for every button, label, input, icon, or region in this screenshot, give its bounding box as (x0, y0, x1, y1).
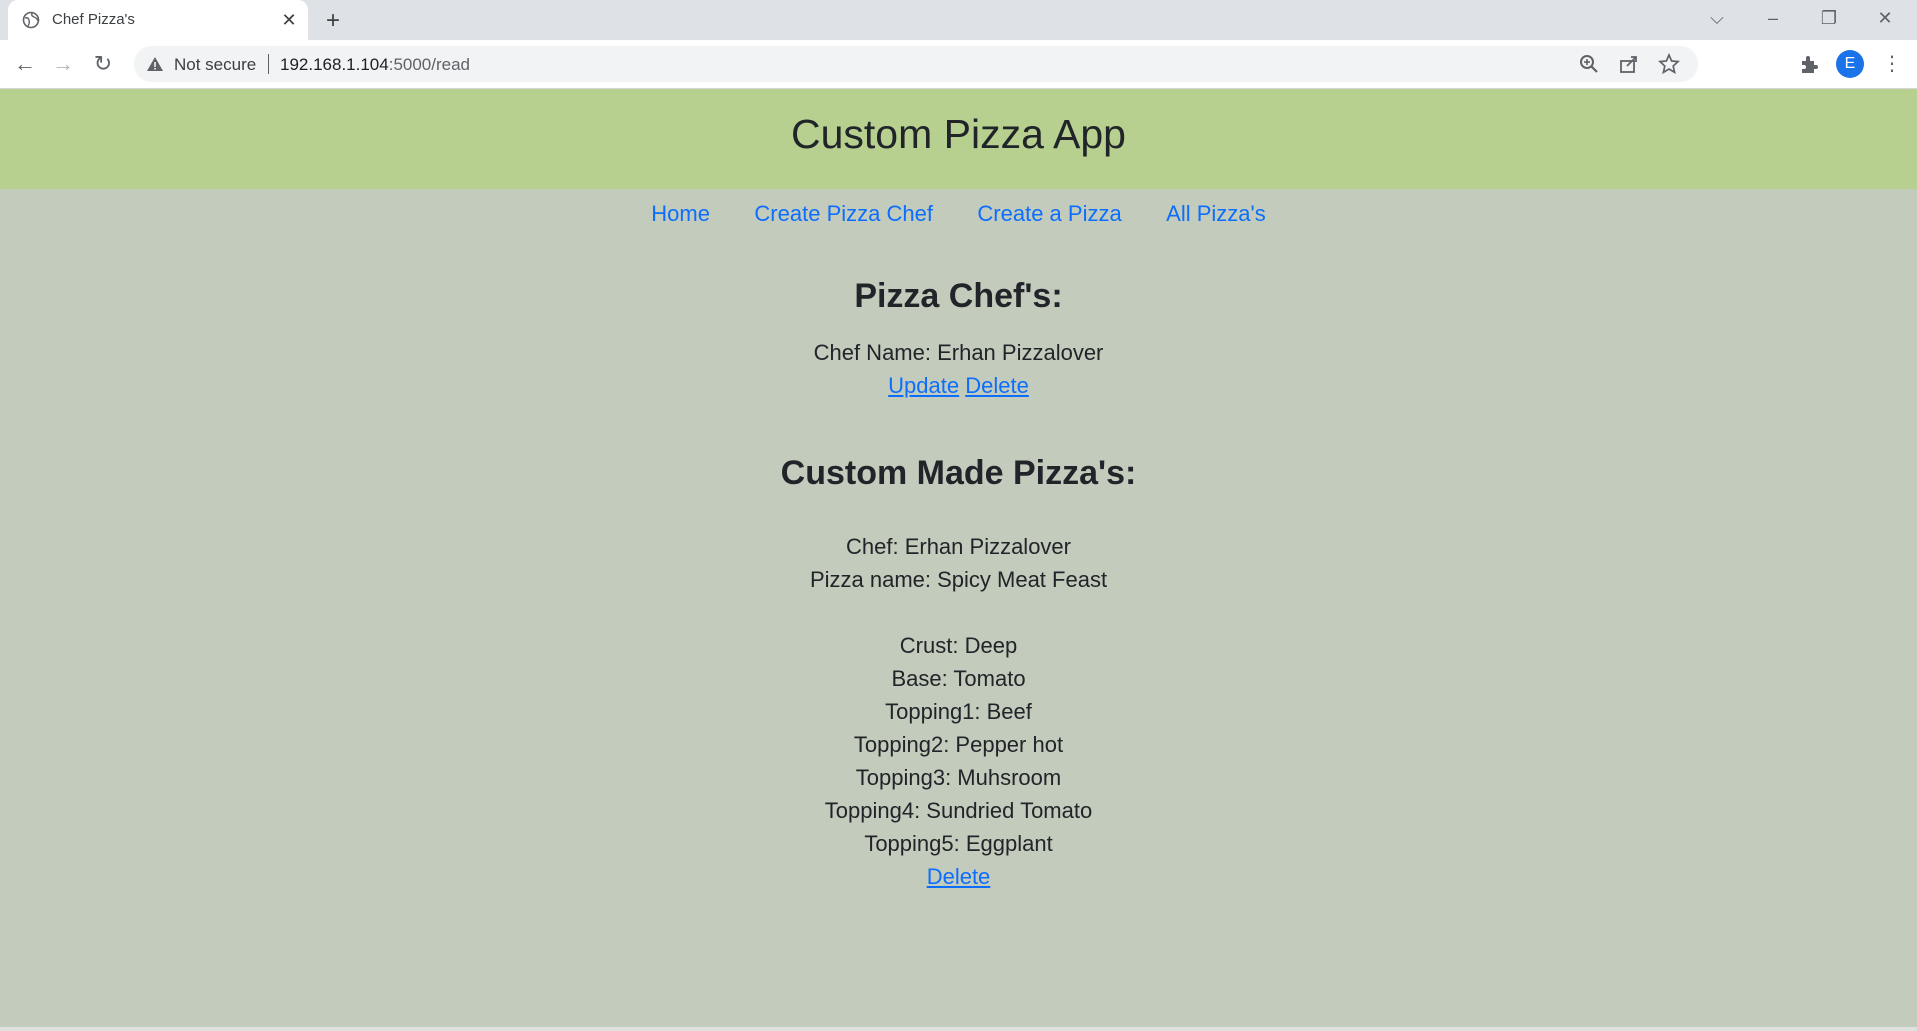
pizza-base: Base: Tomato (891, 666, 1026, 691)
back-icon[interactable]: ← (10, 49, 40, 79)
profile-avatar[interactable]: E (1836, 50, 1864, 78)
minimize-icon[interactable]: – (1745, 0, 1801, 36)
tab-title: Chef Pizza's (52, 11, 135, 28)
pizza-topping4: Topping4: Sundried Tomato (824, 798, 1093, 823)
url-path: :5000/read (388, 55, 471, 74)
app-header: Custom Pizza App (0, 89, 1917, 189)
nav-create-pizza-link[interactable]: Create a Pizza (977, 201, 1121, 227)
address-bar[interactable]: Not secure 192.168.1.104:5000/read (134, 46, 1698, 82)
security-label[interactable]: Not secure (174, 55, 256, 75)
warning-icon (147, 57, 163, 71)
main-nav: Home Create Pizza Chef Create a Pizza Al… (0, 201, 1917, 227)
forward-icon[interactable]: → (48, 49, 78, 79)
url-host: 192.168.1.104 (280, 55, 389, 74)
page-content: Custom Pizza App Home Create Pizza Chef … (0, 89, 1917, 1031)
window-bottom-edge (0, 1027, 1917, 1031)
extensions-icon[interactable] (1798, 53, 1820, 75)
menu-kebab-icon[interactable]: ⋮ (1877, 49, 1907, 79)
pizza-actions: Delete (0, 860, 1917, 893)
nav-create-pizza-chef-link[interactable]: Create Pizza Chef (754, 201, 933, 227)
pizza-topping2: Topping2: Pepper hot (853, 732, 1064, 757)
restore-icon[interactable]: ❐ (1801, 0, 1857, 36)
browser-tabstrip: Chef Pizza's ✕ + ⌵ – ❐ ✕ (0, 0, 1917, 40)
delete-chef-link[interactable]: Delete (965, 373, 1029, 398)
main-content: Pizza Chef's: Chef Name: Erhan Pizzalove… (0, 277, 1917, 893)
nav-home-link[interactable]: Home (651, 201, 710, 227)
chefs-heading: Pizza Chef's: (854, 277, 1063, 315)
pizza-topping1: Topping1: Beef (885, 699, 1032, 724)
close-window-icon[interactable]: ✕ (1857, 0, 1913, 36)
chef-name: Chef Name: Erhan Pizzalover (813, 340, 1104, 365)
globe-icon (22, 11, 40, 29)
share-icon[interactable] (1618, 53, 1640, 75)
tab-close-icon[interactable]: ✕ (278, 9, 300, 31)
pizza-name: Pizza name: Spicy Meat Feast (809, 567, 1108, 592)
reload-icon[interactable]: ↻ (88, 49, 118, 79)
tab-search-icon[interactable]: ⌵ (1689, 0, 1745, 36)
update-chef-link[interactable]: Update (888, 373, 959, 398)
pizzas-heading: Custom Made Pizza's: (780, 454, 1137, 492)
pizza-chef: Chef: Erhan Pizzalover (846, 534, 1071, 559)
browser-tab[interactable]: Chef Pizza's ✕ (8, 0, 308, 40)
chef-actions: Update Delete (0, 369, 1917, 402)
nav-all-pizzas-link[interactable]: All Pizza's (1166, 201, 1266, 227)
address-separator (268, 54, 269, 74)
pizza-crust: Crust: Deep (899, 633, 1018, 658)
bookmark-star-icon[interactable] (1658, 53, 1680, 75)
delete-pizza-link[interactable]: Delete (927, 864, 991, 889)
browser-toolbar: ← → ↻ Not secure 192.168.1.104:5000/read… (0, 40, 1917, 89)
app-title: Custom Pizza App (791, 111, 1126, 157)
pizza-topping3: Topping3: Muhsroom (855, 765, 1062, 790)
new-tab-icon[interactable]: + (320, 8, 346, 34)
zoom-icon[interactable] (1578, 53, 1600, 75)
pizza-topping5: Topping5: Eggplant (864, 831, 1053, 856)
url-text[interactable]: 192.168.1.104:5000/read (280, 55, 470, 75)
